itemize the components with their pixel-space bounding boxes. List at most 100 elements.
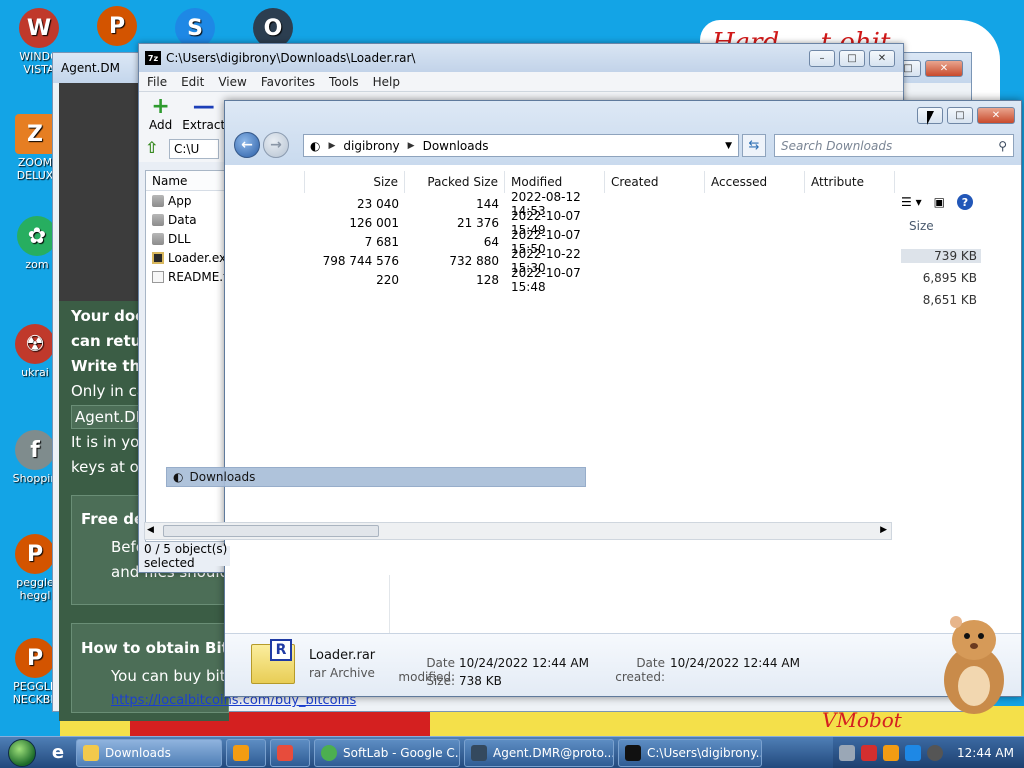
menu-bar: File Edit View Favorites Tools Help [139, 72, 903, 92]
close-button[interactable]: ✕ [869, 49, 895, 67]
breadcrumb-item[interactable]: digibrony [343, 139, 399, 153]
clock[interactable]: 12:44 AM [957, 746, 1014, 760]
menu-tools[interactable]: Tools [329, 75, 359, 89]
task-ransom-note[interactable]: Agent.DMR@proto... [464, 738, 614, 767]
system-tray: 12:44 AM [833, 736, 1024, 768]
list-item[interactable]: README.tx [146, 267, 228, 286]
list-item[interactable]: DLL [146, 229, 228, 248]
column-accessed[interactable]: Accessed [705, 171, 805, 193]
folder-icon [152, 232, 164, 245]
desktop-icon-label: PEGGLE NECKBE [12, 680, 58, 706]
scroll-right-icon[interactable]: ▶ [880, 525, 887, 535]
ransom-section-title: Free de [81, 510, 145, 528]
item-name: Data [168, 212, 197, 227]
task-downloads[interactable]: Downloads [76, 738, 222, 767]
folder-icon: ◐ [173, 470, 184, 484]
view-options-icon[interactable]: ☰ ▾ [901, 195, 922, 209]
cell-size: 7 681 [364, 234, 399, 249]
table-row[interactable]: 220 128 2022-10-07 15:48 [233, 265, 895, 294]
cell-packed: 732 880 [449, 253, 499, 268]
search-input[interactable]: Search Downloads ⚲ [774, 134, 1014, 157]
chevron-right-icon[interactable]: ▶ [408, 141, 415, 151]
task-label: Agent.DMR@proto... [493, 745, 614, 760]
zoom-icon: Z [15, 114, 55, 154]
scrollbar-thumb[interactable] [163, 525, 379, 537]
cell-size: 126 001 [349, 215, 399, 230]
extract-button[interactable]: — Extract [182, 96, 225, 136]
rar-archive-icon: R [251, 639, 295, 684]
file-rows: 23 040 144 2022-08-12 14:53 126 001 21 3… [233, 190, 895, 294]
back-arrow-icon[interactable]: ← [234, 132, 260, 158]
explorer-window[interactable]: – □ ✕ ← → ◐ ▶ digibrony ▶ Downloads ▼ ⇆ … [224, 100, 1022, 697]
rar-letter: R [270, 639, 292, 661]
7zip-titlebar[interactable]: 7z C:\Users\digibrony\Downloads\Loader.r… [139, 44, 903, 72]
maximize-button[interactable]: □ [947, 107, 973, 124]
start-button[interactable] [0, 737, 44, 768]
peggle-icon: P [97, 6, 137, 46]
maximize-button[interactable]: □ [839, 49, 865, 67]
7zip-logo-icon: 7z [145, 51, 161, 65]
forward-arrow-icon[interactable]: → [263, 132, 289, 158]
horizontal-scrollbar[interactable]: ◀ ▶ [144, 522, 892, 540]
menu-view[interactable]: View [218, 75, 246, 89]
preview-pane-icon[interactable]: ▣ [934, 195, 945, 209]
task-label: Downloads [105, 745, 171, 760]
menu-favorites[interactable]: Favorites [261, 75, 315, 89]
task-chrome[interactable]: SoftLab - Google C... [314, 738, 460, 767]
desktop-icon-peggle[interactable]: P [82, 6, 152, 48]
7zip-status: 0 / 5 object(s) selected [140, 542, 230, 570]
search-tray-icon[interactable] [883, 744, 900, 761]
close-button[interactable]: ✕ [925, 59, 963, 77]
network-icon[interactable] [905, 744, 922, 761]
chevron-right-icon[interactable]: ▶ [328, 141, 335, 151]
drag-ghost: ◐ Downloads [166, 467, 586, 487]
cell-packed: 64 [483, 234, 499, 249]
folder-icon [152, 213, 164, 226]
column-packed-size[interactable]: Packed Size [405, 171, 505, 193]
explorer-titlebar[interactable]: – □ ✕ ← → ◐ ▶ digibrony ▶ Downloads ▼ ⇆ … [225, 101, 1021, 165]
help-icon[interactable]: ? [956, 194, 973, 210]
taskbar: e Downloads SoftLab - Google C... Agent.… [0, 736, 1024, 768]
folder-icon [152, 194, 164, 207]
refresh-icon[interactable]: ⇆ [742, 134, 766, 157]
tray-app-icon[interactable] [839, 744, 856, 761]
desktop-icon-label: zom [25, 258, 49, 271]
close-button[interactable]: ✕ [977, 107, 1015, 124]
ransom-line: Only in ca [71, 382, 147, 400]
chevron-down-icon[interactable]: ▼ [725, 141, 732, 151]
menu-help[interactable]: Help [373, 75, 400, 89]
cell-modified: 2022-10-07 15:48 [511, 265, 581, 294]
scroll-left-icon[interactable]: ◀ [147, 525, 154, 535]
skype-icon: S [175, 8, 215, 48]
internet-explorer-icon[interactable]: e [44, 739, 72, 767]
date-modified-value: 10/24/2022 12:44 AM [459, 656, 589, 670]
windows-orb-icon [8, 738, 36, 767]
radiation-icon: ☢ [15, 324, 55, 364]
volume-icon[interactable] [927, 744, 944, 761]
antivirus-icon[interactable] [861, 744, 878, 761]
menu-file[interactable]: File [147, 75, 167, 89]
breadcrumb[interactable]: ◐ ▶ digibrony ▶ Downloads ▼ [303, 134, 739, 157]
task-app[interactable] [270, 738, 310, 767]
task-7zip[interactable]: C:\Users\digibrony... [618, 738, 762, 767]
column-size[interactable]: Size [305, 171, 405, 193]
menu-edit[interactable]: Edit [181, 75, 204, 89]
add-label: Add [149, 118, 173, 132]
column-created[interactable]: Created [605, 171, 705, 193]
chrome-icon [321, 744, 337, 761]
add-button[interactable]: + Add [149, 96, 172, 136]
search-icon[interactable]: ⚲ [998, 139, 1007, 153]
task-media[interactable] [226, 738, 266, 767]
address-input[interactable]: C:\U [169, 139, 219, 159]
list-item[interactable]: App [146, 191, 228, 210]
breadcrumb-item[interactable]: Downloads [423, 139, 489, 153]
size-column-header[interactable]: Size [909, 219, 934, 233]
mouse-cursor-icon [927, 111, 934, 125]
minimize-button[interactable]: – [809, 49, 835, 67]
up-folder-icon[interactable]: ⇧ [145, 140, 163, 158]
date-created-value: 10/24/2022 12:44 AM [670, 656, 800, 670]
list-item[interactable]: Loader.exe [146, 248, 228, 267]
plus-icon: + [151, 94, 170, 119]
list-item[interactable]: Data [146, 210, 228, 229]
column-attributes[interactable]: Attribute [805, 171, 895, 193]
